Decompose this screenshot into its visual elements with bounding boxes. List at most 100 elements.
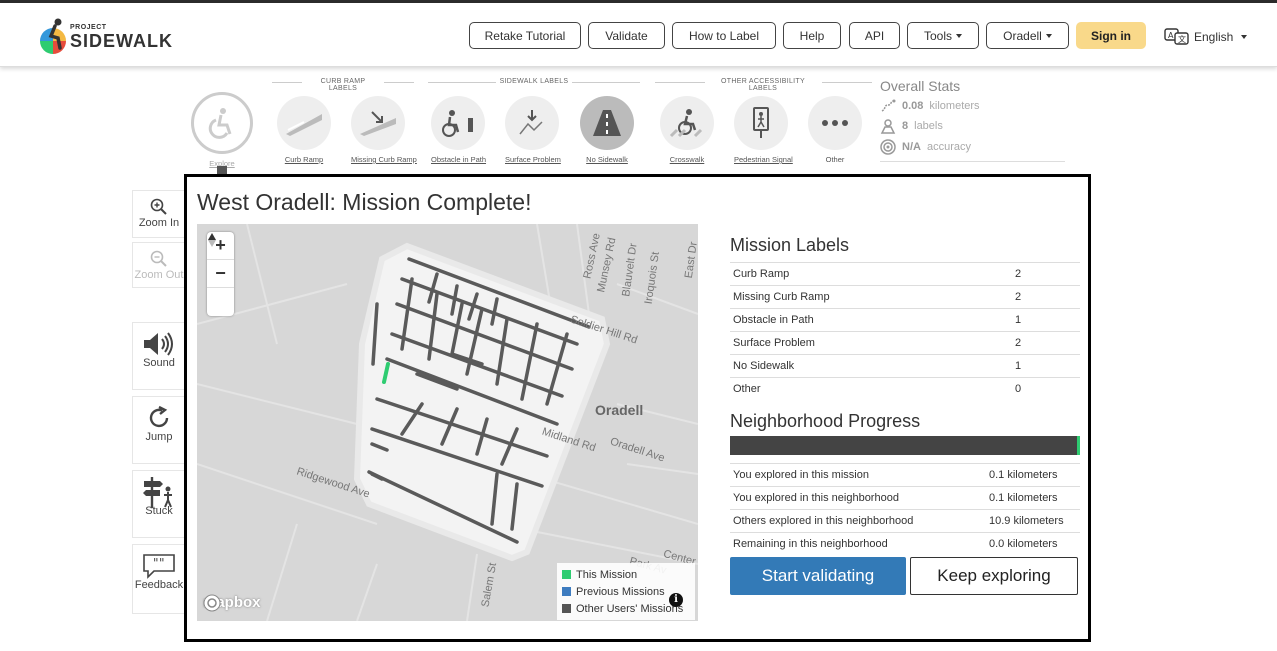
legend-label: This Mission xyxy=(576,568,638,581)
translate-icon: A 文 xyxy=(1164,28,1189,45)
stuck-button[interactable]: Stuck xyxy=(132,470,186,538)
map-zoom-out-button[interactable]: − xyxy=(207,260,234,288)
button-label: API xyxy=(864,28,885,43)
label-count: 1 xyxy=(1012,308,1080,332)
map-town-label: Oradell xyxy=(595,402,644,418)
help-button[interactable]: Help xyxy=(783,22,841,49)
tool-label: Other xyxy=(825,155,845,164)
signpost-icon xyxy=(133,477,185,508)
progress-value: 10.9 kilometers xyxy=(986,508,1080,532)
navbar: PROJECT SIDEWALK Retake Tutorial Validat… xyxy=(0,3,1277,67)
accuracy-value: N/A xyxy=(902,141,921,153)
modal-title: West Oradell: Mission Complete! xyxy=(197,189,532,215)
progress-name: You explored in this mission xyxy=(730,462,986,486)
api-button[interactable]: API xyxy=(849,22,900,49)
logo-small-text: PROJECT xyxy=(70,24,107,31)
group-divider xyxy=(428,82,496,83)
label-name: Missing Curb Ramp xyxy=(730,285,1012,309)
stats-labels: 8 labels xyxy=(880,118,1070,134)
curb-ramp-tool[interactable]: Curb Ramp xyxy=(277,96,331,164)
explore-tool[interactable]: Explore xyxy=(191,92,253,168)
table-row: No Sidewalk 1 xyxy=(730,354,1080,378)
tool-label: Surface Problem xyxy=(505,155,561,164)
label-name: Other xyxy=(730,377,1012,401)
jump-button[interactable]: Jump xyxy=(132,396,186,464)
surface-problem-tool[interactable]: Surface Problem xyxy=(505,96,561,164)
map-controls: + − xyxy=(207,232,234,316)
sign-in-button[interactable]: Sign in xyxy=(1076,22,1146,49)
svg-text:": " xyxy=(159,556,165,570)
group-divider xyxy=(572,82,640,83)
overall-stats: Overall Stats 0.08 kilometers 8 labels N/A… xyxy=(880,78,1070,162)
start-validating-button[interactable]: Start validating xyxy=(730,557,906,595)
language-label: English xyxy=(1194,30,1234,44)
no-sidewalk-tool[interactable]: No Sidewalk xyxy=(580,96,634,164)
mission-summary-panel: Mission Labels Curb Ramp 2 Missing Curb R… xyxy=(730,235,1080,555)
project-sidewalk-logo[interactable]: PROJECT SIDEWALK xyxy=(36,17,176,55)
missing-curb-ramp-icon xyxy=(351,96,405,150)
sidewalk-group-title: SIDEWALK LABELS xyxy=(499,78,569,85)
table-row: Remaining in this neighborhood 0.0 kilome… xyxy=(730,531,1080,555)
label-count: 2 xyxy=(1012,262,1080,286)
how-to-label-button[interactable]: How to Label xyxy=(672,22,776,49)
missing-curb-ramp-tool[interactable]: Missing Curb Ramp xyxy=(351,96,417,164)
labels-unit: labels xyxy=(914,120,943,132)
label-count: 0 xyxy=(1012,377,1080,401)
table-row: You explored in this mission 0.1 kilomete… xyxy=(730,462,1080,486)
stats-title: Overall Stats xyxy=(880,78,961,94)
validate-button[interactable]: Validate xyxy=(588,22,665,49)
speaker-icon xyxy=(133,331,185,357)
label-count: 2 xyxy=(1012,331,1080,355)
map-info-icon[interactable]: i xyxy=(669,593,683,607)
feedback-label: Feedback xyxy=(134,579,184,591)
retake-tutorial-button[interactable]: Retake Tutorial xyxy=(469,22,581,49)
labels-icon xyxy=(880,119,896,134)
sound-label: Sound xyxy=(143,357,175,369)
label-count: 1 xyxy=(1012,354,1080,378)
pedestrian-signal-icon xyxy=(734,96,788,150)
obstacle-icon xyxy=(431,96,485,150)
language-dropdown[interactable]: A 文 English xyxy=(1164,27,1248,47)
table-row: Obstacle in Path 1 xyxy=(730,308,1080,332)
tool-label: No Sidewalk xyxy=(586,155,628,164)
other-tool[interactable]: Other xyxy=(808,96,862,164)
jump-label: Jump xyxy=(145,431,173,443)
button-label: Start validating xyxy=(761,566,875,585)
button-label: Tools xyxy=(923,28,952,43)
curb-ramp-group-title: CURB RAMP LABELS xyxy=(320,78,366,92)
obstacle-in-path-tool[interactable]: Obstacle in Path xyxy=(431,96,487,164)
caret-down-icon xyxy=(1241,35,1248,39)
progress-name: Remaining in this neighborhood xyxy=(730,531,986,555)
distance-unit: kilometers xyxy=(929,100,980,112)
crosswalk-tool[interactable]: Crosswalk xyxy=(660,96,714,164)
keep-exploring-button[interactable]: Keep exploring xyxy=(910,557,1078,595)
progress-value: 0.1 kilometers xyxy=(986,485,1080,509)
tools-dropdown[interactable]: Tools xyxy=(907,22,979,49)
zoom-out-label: Zoom Out xyxy=(134,269,184,281)
oradell-dropdown[interactable]: Oradell xyxy=(986,22,1069,49)
mission-map[interactable]: Ross Ave Munsey Rd Blauvelt Dr Iroquois … xyxy=(197,224,698,621)
other-group-title: OTHER ACCESSIBILITY LABELS xyxy=(721,78,805,92)
more-dots-icon xyxy=(808,96,862,150)
tool-label: Obstacle in Path xyxy=(431,155,487,164)
logo-icon xyxy=(40,18,66,54)
mapbox-logo[interactable]: mapbox xyxy=(203,594,261,612)
legend-swatch xyxy=(562,604,571,613)
sound-button[interactable]: Sound xyxy=(132,322,186,390)
stats-distance: 0.08 kilometers xyxy=(880,99,1070,113)
label-name: Curb Ramp xyxy=(730,262,1012,286)
zoom-in-button[interactable]: Zoom In xyxy=(132,190,186,238)
tool-label: Crosswalk xyxy=(669,155,705,164)
compass-icon xyxy=(208,233,216,247)
svg-text:文: 文 xyxy=(1178,34,1186,44)
feedback-button[interactable]: " " Feedback xyxy=(132,544,186,614)
pedestrian-signal-tool[interactable]: Pedestrian Signal xyxy=(734,96,793,164)
zoom-out-button[interactable]: Zoom Out xyxy=(132,242,186,288)
legend-swatch xyxy=(562,570,571,579)
progress-name: You explored in this neighborhood xyxy=(730,485,986,509)
stats-divider xyxy=(880,161,1065,162)
map-compass-button[interactable] xyxy=(207,233,234,316)
table-row: You explored in this neighborhood 0.1 kil… xyxy=(730,485,1080,509)
group-divider xyxy=(822,82,872,83)
accuracy-unit: accuracy xyxy=(926,141,971,153)
